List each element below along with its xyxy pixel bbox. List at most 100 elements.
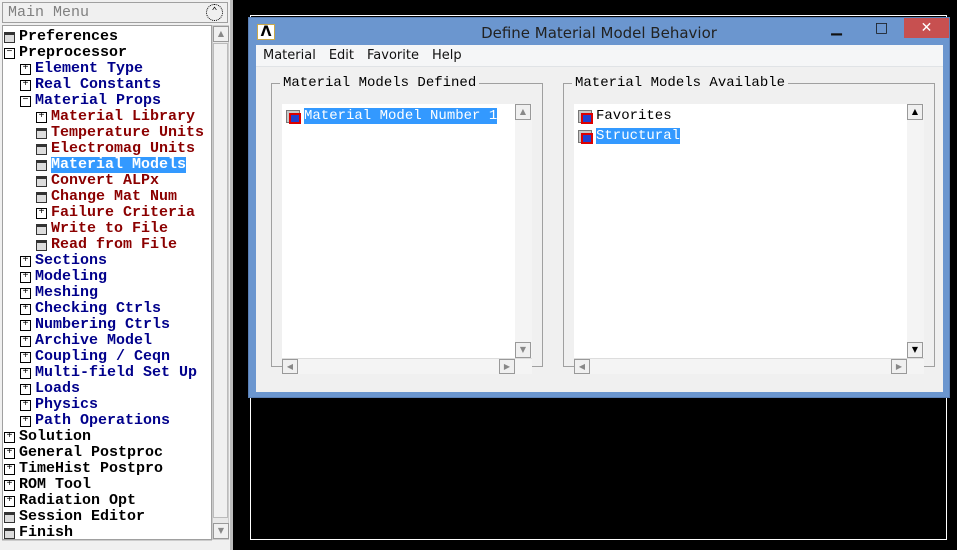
expand-icon[interactable]: + [20, 255, 31, 267]
scroll-up-icon[interactable]: ▲ [907, 104, 923, 120]
tree-horizontal-scrollbar[interactable] [2, 540, 212, 550]
menu-help[interactable]: Help [432, 48, 462, 63]
dialog-icon[interactable] [4, 527, 15, 539]
scroll-thumb[interactable] [213, 43, 228, 518]
expand-icon[interactable]: + [4, 495, 15, 507]
defined-list[interactable]: Material Model Number 1 ▲ ▼ ◀ ▶ [282, 104, 532, 374]
menu-item-modeling[interactable]: + Modeling [20, 269, 107, 285]
dialog-icon[interactable] [36, 191, 47, 203]
menu-item-checking-ctrls[interactable]: + Checking Ctrls [20, 301, 161, 317]
expand-icon[interactable]: + [36, 111, 47, 123]
scroll-right-icon[interactable]: ▶ [891, 359, 907, 374]
collapse-icon[interactable]: ⌃ [206, 4, 223, 21]
menu-item-preferences[interactable]: Preferences [4, 29, 118, 45]
menu-item-preprocessor[interactable]: − Preprocessor [4, 45, 127, 61]
defined-group: Material Models Defined Material Model N… [271, 74, 543, 374]
minimize-button[interactable]: ▁ [814, 18, 859, 38]
menu-item-meshing[interactable]: + Meshing [20, 285, 98, 301]
defined-vertical-scrollbar[interactable]: ▲ ▼ [515, 104, 532, 358]
available-group: Material Models Available Favorites Stru… [563, 74, 935, 374]
dialog-icon[interactable] [36, 143, 47, 155]
menu-item-path-operations[interactable]: + Path Operations [20, 413, 170, 429]
expand-icon[interactable]: + [20, 303, 31, 315]
menu-item-failure-criteria[interactable]: + Failure Criteria [36, 205, 195, 221]
scroll-up-icon[interactable]: ▲ [515, 104, 531, 120]
menu-item-general-postproc[interactable]: + General Postproc [4, 445, 163, 461]
menu-item-finish[interactable]: Finish [4, 525, 73, 539]
menu-item-radiation-opt[interactable]: + Radiation Opt [4, 493, 136, 509]
menu-item-material-models[interactable]: Material Models [36, 157, 187, 173]
expand-icon[interactable]: + [20, 383, 31, 395]
menu-item-coupling-ceqn[interactable]: + Coupling / Ceqn [20, 349, 170, 365]
dialog-icon[interactable] [4, 31, 15, 43]
menu-item-material-props[interactable]: − Material Props [20, 93, 161, 109]
menu-item-sections[interactable]: + Sections [20, 253, 107, 269]
menu-item-multi-field-set-up[interactable]: + Multi-field Set Up [20, 365, 197, 381]
menu-item-write-to-file[interactable]: Write to File [36, 221, 168, 237]
scroll-down-icon[interactable]: ▼ [515, 342, 531, 358]
menu-item-material-library[interactable]: + Material Library [36, 109, 195, 125]
tree-vertical-scrollbar[interactable]: ▲ ▼ [212, 25, 229, 540]
dialog-icon[interactable] [36, 239, 47, 251]
menu-item-solution[interactable]: + Solution [4, 429, 91, 445]
collapse-icon[interactable]: − [4, 47, 15, 59]
list-item[interactable]: Material Model Number 1 [286, 107, 498, 125]
available-list[interactable]: Favorites Structural ▲ ▼ ◀ ▶ [574, 104, 924, 374]
menu-item-temperature-units[interactable]: Temperature Units [36, 125, 204, 141]
list-item-structural[interactable]: Structural [578, 127, 681, 145]
scroll-up-icon[interactable]: ▲ [213, 26, 229, 42]
defined-horizontal-scrollbar[interactable]: ◀ ▶ [282, 358, 532, 374]
expand-icon[interactable]: + [4, 447, 15, 459]
menu-item-timehist-postpro[interactable]: + TimeHist Postpro [4, 461, 163, 477]
menu-item-physics[interactable]: + Physics [20, 397, 98, 413]
dialog-icon[interactable] [36, 223, 47, 235]
scroll-right-icon[interactable]: ▶ [499, 359, 515, 374]
menu-edit[interactable]: Edit [329, 48, 354, 63]
menu-item-rom-tool[interactable]: + ROM Tool [4, 477, 91, 493]
expand-icon[interactable]: + [36, 207, 47, 219]
scroll-left-icon[interactable]: ◀ [574, 359, 590, 374]
expand-icon[interactable]: + [20, 287, 31, 299]
expand-icon[interactable]: + [20, 63, 31, 75]
expand-icon[interactable]: + [20, 399, 31, 411]
menu-bar: Material Edit Favorite Help [256, 45, 943, 67]
menu-item-read-from-file[interactable]: Read from File [36, 237, 177, 253]
available-horizontal-scrollbar[interactable]: ◀ ▶ [574, 358, 924, 374]
menu-favorite[interactable]: Favorite [367, 48, 419, 63]
menu-item-archive-model[interactable]: + Archive Model [20, 333, 152, 349]
close-button[interactable]: ✕ [904, 18, 949, 38]
scroll-left-icon[interactable]: ◀ [282, 359, 298, 374]
menu-item-electromag-units[interactable]: Electromag Units [36, 141, 195, 157]
expand-icon[interactable]: + [20, 351, 31, 363]
dialog-icon[interactable] [36, 127, 47, 139]
dialog-body: Material Models Defined Material Model N… [256, 67, 943, 392]
expand-icon[interactable]: + [4, 431, 15, 443]
menu-item-loads[interactable]: + Loads [20, 381, 80, 397]
menu-item-real-constants[interactable]: + Real Constants [20, 77, 161, 93]
scroll-down-icon[interactable]: ▼ [907, 342, 923, 358]
expand-icon[interactable]: + [20, 335, 31, 347]
dialog-icon[interactable] [4, 511, 15, 523]
menu-item-element-type[interactable]: + Element Type [20, 61, 143, 77]
dialog-icon[interactable] [36, 159, 47, 171]
expand-icon[interactable]: + [20, 271, 31, 283]
list-item-favorites[interactable]: Favorites [578, 107, 672, 125]
expand-icon[interactable]: + [20, 415, 31, 427]
expand-icon[interactable]: + [4, 479, 15, 491]
collapse-icon[interactable]: − [20, 95, 31, 107]
menu-item-session-editor[interactable]: Session Editor [4, 509, 145, 525]
expand-icon[interactable]: + [20, 319, 31, 331]
scroll-down-icon[interactable]: ▼ [213, 523, 229, 539]
available-group-label: Material Models Available [572, 74, 789, 92]
expand-icon[interactable]: + [4, 463, 15, 475]
available-vertical-scrollbar[interactable]: ▲ ▼ [907, 104, 924, 358]
expand-icon[interactable]: + [20, 367, 31, 379]
dialog-icon[interactable] [36, 175, 47, 187]
expand-icon[interactable]: + [20, 79, 31, 91]
menu-material[interactable]: Material [263, 48, 316, 63]
maximize-button[interactable]: □ [859, 18, 904, 38]
menu-item-numbering-ctrls[interactable]: + Numbering Ctrls [20, 317, 170, 333]
menu-item-convert-alpx[interactable]: Convert ALPx [36, 173, 159, 189]
folder-icon [286, 109, 301, 124]
menu-item-change-mat-num[interactable]: Change Mat Num [36, 189, 177, 205]
